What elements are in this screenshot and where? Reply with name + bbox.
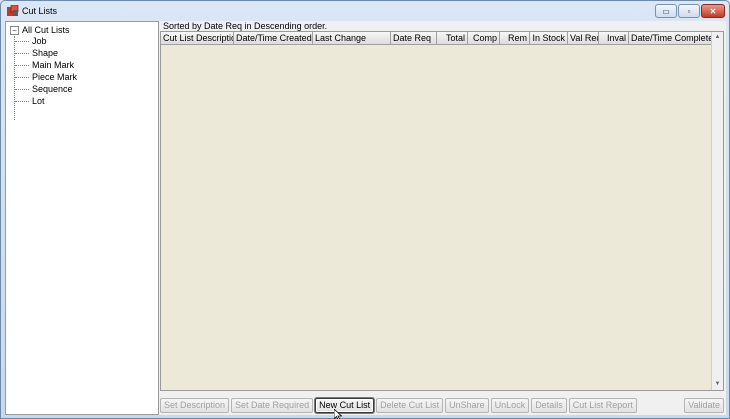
validate-button[interactable]: Validate: [684, 397, 724, 413]
tree-item-lot[interactable]: Lot: [32, 96, 45, 106]
tree-connector-line: [14, 36, 15, 120]
cut-list-report-button[interactable]: Cut List Report: [568, 397, 637, 413]
new-cut-list-button[interactable]: New Cut List: [315, 397, 375, 413]
tree-connector: [15, 65, 29, 66]
scroll-down-icon[interactable]: ▼: [712, 379, 723, 390]
tree-connector: [15, 101, 29, 102]
cut-lists-app-icon: [7, 5, 19, 16]
window-title: Cut Lists: [22, 6, 58, 16]
tree-item-job[interactable]: Job: [32, 36, 47, 46]
cut-lists-window: Cut Lists ▭ ▫ ✕ − All Cut Lists Job Shap…: [0, 0, 730, 419]
tree-item-main-mark[interactable]: Main Mark: [32, 60, 74, 70]
tree-root-label: All Cut Lists: [22, 25, 70, 35]
maximize-button[interactable]: ▫: [678, 4, 700, 18]
column-header-val-req[interactable]: Val Req: [568, 32, 599, 44]
client-area: − All Cut Lists Job Shape Main Mark Piec…: [5, 21, 726, 415]
tree-connector: [15, 53, 29, 54]
column-header-comp[interactable]: Comp: [468, 32, 500, 44]
scroll-up-icon[interactable]: ▲: [712, 32, 723, 43]
column-header-date-time-completed[interactable]: Date/Time Completed: [629, 32, 712, 44]
column-header-inval[interactable]: Inval: [599, 32, 629, 44]
sort-order-label: Sorted by Date Req in Descending order.: [163, 21, 328, 31]
column-header-rem[interactable]: Rem: [500, 32, 530, 44]
column-header-last-change[interactable]: Last Change: [313, 32, 391, 44]
action-button-bar: Set Description Set Date Required New Cu…: [160, 396, 724, 414]
maximize-icon: ▫: [687, 6, 691, 16]
set-description-button[interactable]: Set Description: [160, 397, 230, 413]
minimize-button[interactable]: ▭: [655, 4, 677, 18]
column-header-date-time-created[interactable]: Date/Time Created: [234, 32, 313, 44]
column-header-in-stock[interactable]: In Stock: [530, 32, 568, 44]
window-controls: ▭ ▫ ✕: [655, 4, 725, 18]
close-button[interactable]: ✕: [701, 4, 725, 18]
delete-cut-list-button[interactable]: Delete Cut List: [376, 397, 444, 413]
tree-connector: [15, 77, 29, 78]
set-date-required-button[interactable]: Set Date Required: [231, 397, 314, 413]
unlock-button[interactable]: UnLock: [490, 397, 530, 413]
tree-root[interactable]: − All Cut Lists: [10, 25, 70, 35]
collapse-icon[interactable]: −: [10, 25, 19, 35]
close-icon: ✕: [709, 6, 717, 16]
details-button[interactable]: Details: [531, 397, 567, 413]
tree-connector: [15, 41, 29, 42]
minimize-icon: ▭: [662, 6, 670, 16]
grid-header: Cut List Description Date/Time Created L…: [161, 32, 712, 45]
tree-item-sequence[interactable]: Sequence: [32, 84, 73, 94]
cut-list-grid[interactable]: Cut List Description Date/Time Created L…: [160, 31, 724, 391]
column-header-date-req[interactable]: Date Req: [391, 32, 437, 44]
unshare-button[interactable]: UnShare: [445, 397, 489, 413]
cut-list-tree[interactable]: − All Cut Lists Job Shape Main Mark Piec…: [5, 21, 159, 415]
tree-connector: [15, 89, 29, 90]
mouse-pointer-icon: [334, 409, 342, 419]
tree-item-piece-mark[interactable]: Piece Mark: [32, 72, 77, 82]
column-header-cut-list-description[interactable]: Cut List Description: [161, 32, 234, 44]
title-bar[interactable]: Cut Lists ▭ ▫ ✕: [1, 1, 729, 21]
grid-vertical-scrollbar[interactable]: ▲ ▼: [711, 32, 723, 390]
column-header-total[interactable]: Total: [437, 32, 468, 44]
tree-item-shape[interactable]: Shape: [32, 48, 58, 58]
